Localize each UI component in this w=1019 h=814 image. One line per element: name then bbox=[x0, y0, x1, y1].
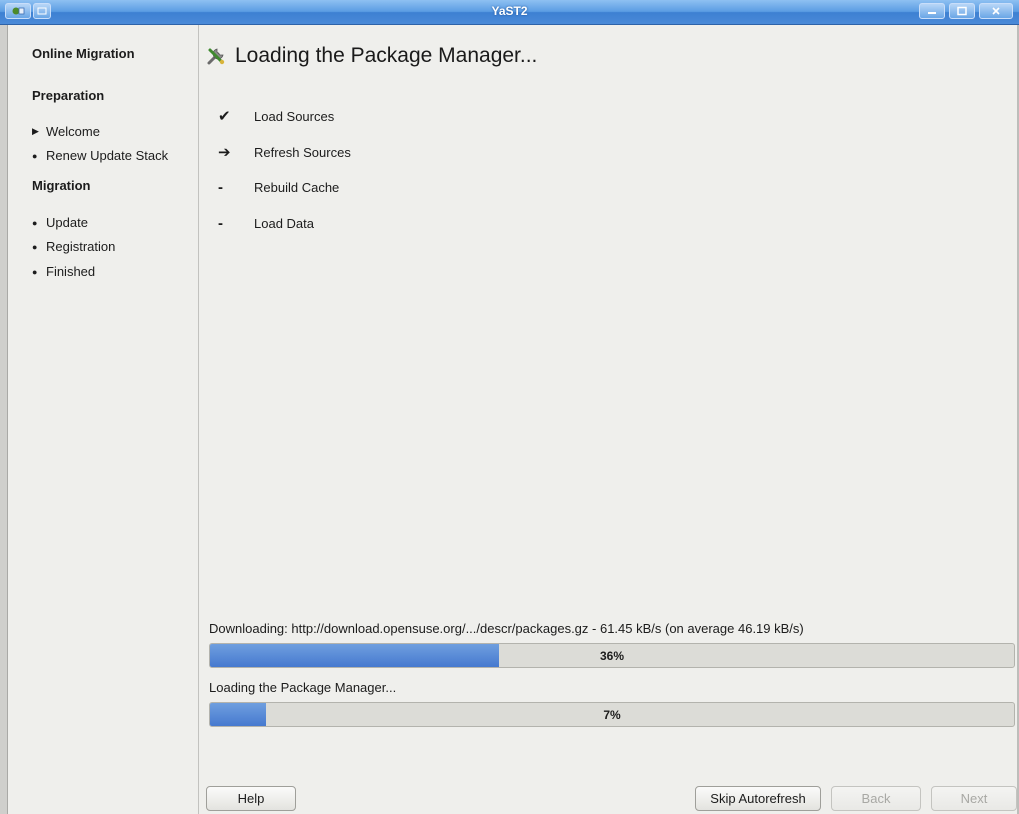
loading-status-label: Loading the Package Manager... bbox=[209, 680, 397, 695]
sidebar-item-welcome: ▶ Welcome bbox=[32, 124, 100, 139]
sidebar-item-registration: ● Registration bbox=[32, 239, 115, 254]
sidebar-item-label: Registration bbox=[46, 239, 116, 254]
arrow-right-icon: ➔ bbox=[218, 144, 231, 161]
download-progress-bar: 36% bbox=[209, 643, 1015, 668]
sidebar-item-label: Finished bbox=[46, 264, 96, 279]
loading-progress-text: 7% bbox=[603, 708, 621, 722]
sidebar-item-label: Welcome bbox=[46, 124, 100, 139]
window-frame-left bbox=[0, 25, 8, 814]
step-label: Rebuild Cache bbox=[254, 180, 340, 195]
sidebar-item-finished: ● Finished bbox=[32, 264, 95, 279]
sidebar-section-preparation: Preparation bbox=[32, 88, 105, 103]
close-icon[interactable] bbox=[979, 3, 1013, 19]
download-progress-text: 36% bbox=[599, 649, 625, 663]
check-icon: ✔ bbox=[218, 108, 231, 125]
sidebar-item-renew-update-stack: ● Renew Update Stack bbox=[32, 148, 168, 163]
step-label: Load Data bbox=[254, 216, 314, 231]
pending-dash-icon: - bbox=[218, 179, 223, 196]
page-heading: Loading the Package Manager... bbox=[205, 44, 537, 68]
current-step-arrow-icon: ▶ bbox=[32, 126, 39, 136]
pending-dash-icon: - bbox=[218, 215, 223, 232]
step-refresh-sources: ➔ Refresh Sources bbox=[218, 143, 351, 161]
bullet-icon: ● bbox=[32, 241, 38, 252]
step-load-sources: ✔ Load Sources bbox=[218, 107, 334, 125]
bullet-icon: ● bbox=[32, 150, 38, 161]
sidebar-item-label: Update bbox=[46, 215, 88, 230]
tools-icon bbox=[205, 45, 227, 67]
step-load-data: - Load Data bbox=[218, 215, 314, 232]
sidebar-section-migration: Migration bbox=[32, 178, 91, 193]
page-title: Loading the Package Manager... bbox=[235, 44, 538, 67]
skip-autorefresh-button[interactable]: Skip Autorefresh bbox=[695, 786, 821, 811]
bullet-icon: ● bbox=[32, 266, 38, 277]
minimize-icon[interactable] bbox=[919, 3, 945, 19]
wizard-sidebar: Online Migration Preparation ▶ Welcome ●… bbox=[8, 25, 199, 814]
step-label: Refresh Sources bbox=[254, 144, 351, 160]
window-title: YaST2 bbox=[491, 4, 528, 18]
maximize-icon[interactable] bbox=[949, 3, 975, 19]
bullet-icon: ● bbox=[32, 217, 38, 228]
step-rebuild-cache: - Rebuild Cache bbox=[218, 179, 339, 196]
back-button[interactable]: Back bbox=[831, 786, 921, 811]
loading-progress-bar: 7% bbox=[209, 702, 1015, 727]
window-titlebar[interactable]: YaST2 bbox=[0, 0, 1019, 25]
sidebar-item-label: Renew Update Stack bbox=[46, 148, 169, 163]
help-button[interactable]: Help bbox=[206, 786, 296, 811]
download-status-label: Downloading: http://download.opensuse.or… bbox=[209, 621, 804, 636]
sidebar-title: Online Migration bbox=[32, 46, 135, 61]
step-label: Load Sources bbox=[254, 108, 335, 124]
next-button[interactable]: Next bbox=[931, 786, 1017, 811]
sidebar-item-update: ● Update bbox=[32, 215, 88, 230]
